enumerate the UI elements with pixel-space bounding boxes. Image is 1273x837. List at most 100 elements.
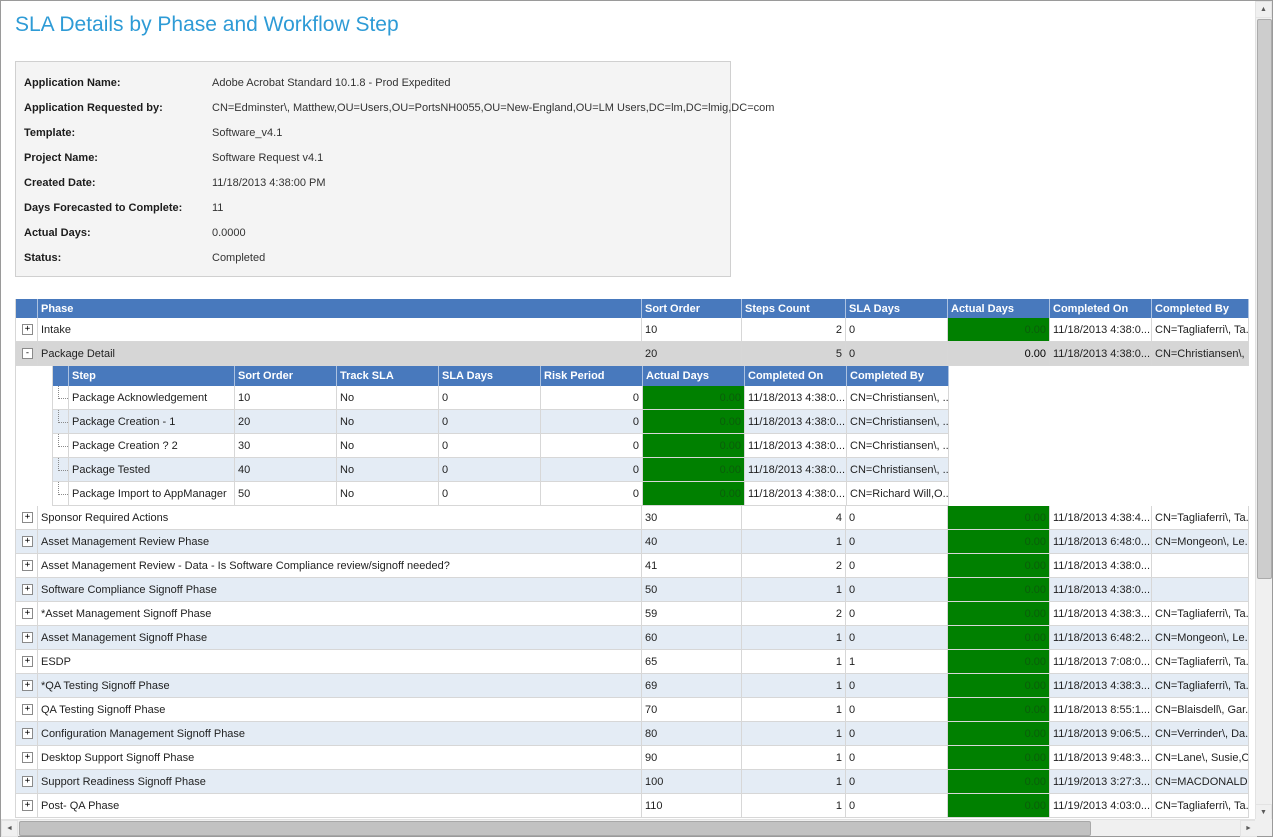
phase-row: + Asset Management Review - Data - Is So… <box>16 554 1249 578</box>
step-sla-days-cell: 0 <box>439 458 541 482</box>
completed-by-cell: CN=Blaisdell\, Gar... <box>1152 698 1249 722</box>
actual-days-cell: 0.00 <box>948 650 1050 674</box>
step-sort-order-cell: 10 <box>235 386 337 410</box>
completed-on-cell: 11/18/2013 6:48:0... <box>1050 530 1152 554</box>
tree-connector-icon <box>53 410 69 434</box>
actual-days-cell: 0.00 <box>948 626 1050 650</box>
steps-count-cell: 2 <box>742 554 846 578</box>
expand-toggle[interactable]: + <box>16 650 38 674</box>
expand-toggle[interactable]: + <box>16 746 38 770</box>
header-step-sla-days[interactable]: SLA Days <box>439 366 541 386</box>
expand-toggle[interactable]: + <box>16 602 38 626</box>
info-row: Created Date: 11/18/2013 4:38:00 PM <box>24 170 730 195</box>
step-completed-by-cell: CN=Christiansen\, ... <box>847 386 949 410</box>
horizontal-scrollbar-thumb[interactable] <box>19 821 1091 836</box>
step-sort-order-cell: 30 <box>235 434 337 458</box>
scroll-up-arrow-icon[interactable]: ▲ <box>1255 1 1272 18</box>
expand-toggle[interactable]: + <box>16 530 38 554</box>
phase-row: + *QA Testing Signoff Phase 69 1 0 0.00 … <box>16 674 1249 698</box>
header-sort-order[interactable]: Sort Order <box>642 299 742 318</box>
info-row: Application Name: Adobe Acrobat Standard… <box>24 70 730 95</box>
expand-toggle[interactable]: + <box>16 698 38 722</box>
phase-name-cell: Configuration Management Signoff Phase <box>38 722 642 746</box>
expand-toggle[interactable]: + <box>16 626 38 650</box>
header-completed-on[interactable]: Completed On <box>1050 299 1152 318</box>
sla-days-cell: 0 <box>846 530 948 554</box>
header-steps-count[interactable]: Steps Count <box>742 299 846 318</box>
phase-row: + Software Compliance Signoff Phase 50 1… <box>16 578 1249 602</box>
expand-toggle[interactable]: + <box>16 578 38 602</box>
risk-period-cell: 0 <box>541 482 643 506</box>
expand-icon: + <box>22 536 33 547</box>
header-risk-period[interactable]: Risk Period <box>541 366 643 386</box>
expand-toggle[interactable]: + <box>16 506 38 530</box>
sort-order-cell: 65 <box>642 650 742 674</box>
header-phase[interactable]: Phase <box>38 299 642 318</box>
info-row: Project Name: Software Request v4.1 <box>24 145 730 170</box>
scroll-left-arrow-icon[interactable]: ◄ <box>1 820 18 837</box>
header-step-sort-order[interactable]: Sort Order <box>235 366 337 386</box>
vertical-scrollbar[interactable]: ▲ ▼ <box>1255 1 1272 821</box>
actual-days-cell: 0.00 <box>948 602 1050 626</box>
step-row: Package Tested 40 No 0 0 0.00 11/18/2013… <box>53 458 949 482</box>
completed-on-cell: 11/18/2013 4:38:4... <box>1050 506 1152 530</box>
track-sla-cell: No <box>337 410 439 434</box>
track-sla-cell: No <box>337 458 439 482</box>
phase-name-cell: QA Testing Signoff Phase <box>38 698 642 722</box>
header-sla-days[interactable]: SLA Days <box>846 299 948 318</box>
step-completed-on-cell: 11/18/2013 4:38:0... <box>745 410 847 434</box>
steps-count-cell: 1 <box>742 626 846 650</box>
sla-days-cell: 0 <box>846 554 948 578</box>
phase-row: + Sponsor Required Actions 30 4 0 0.00 1… <box>16 506 1249 530</box>
info-value: Software Request v4.1 <box>212 152 323 164</box>
completed-by-cell: CN=Mongeon\, Le... <box>1152 626 1249 650</box>
step-sort-order-cell: 50 <box>235 482 337 506</box>
completed-on-cell: 11/18/2013 4:38:0... <box>1050 578 1152 602</box>
horizontal-scrollbar[interactable]: ◄ ► <box>1 819 1257 836</box>
sort-order-cell: 80 <box>642 722 742 746</box>
actual-days-cell: 0.00 <box>948 770 1050 794</box>
step-name-cell: Package Creation - 1 <box>69 410 235 434</box>
expand-icon: + <box>22 584 33 595</box>
expand-icon: + <box>22 776 33 787</box>
actual-days-cell: 0.00 <box>948 578 1050 602</box>
vertical-scrollbar-thumb[interactable] <box>1257 19 1272 579</box>
phase-name-cell: Support Readiness Signoff Phase <box>38 770 642 794</box>
header-step-actual-days[interactable]: Actual Days <box>643 366 745 386</box>
risk-period-cell: 0 <box>541 410 643 434</box>
phase-row: + Post- QA Phase 110 1 0 0.00 11/19/2013… <box>16 794 1249 818</box>
sla-days-cell: 0 <box>846 794 948 818</box>
header-step-completed-on[interactable]: Completed On <box>745 366 847 386</box>
expand-toggle[interactable]: + <box>16 674 38 698</box>
expand-toggle[interactable]: + <box>16 554 38 578</box>
expand-toggle[interactable]: + <box>16 770 38 794</box>
expand-toggle[interactable]: - <box>16 342 38 366</box>
sort-order-cell: 50 <box>642 578 742 602</box>
phase-name-cell: ESDP <box>38 650 642 674</box>
step-row: Package Creation - 1 20 No 0 0 0.00 11/1… <box>53 410 949 434</box>
sort-order-cell: 20 <box>642 342 742 366</box>
actual-days-cell: 0.00 <box>948 674 1050 698</box>
expand-toggle[interactable]: + <box>16 318 38 342</box>
track-sla-cell: No <box>337 434 439 458</box>
info-row: Actual Days: 0.0000 <box>24 220 730 245</box>
info-label: Status: <box>24 252 212 264</box>
info-row: Template: Software_v4.1 <box>24 120 730 145</box>
expand-icon: - <box>22 348 33 359</box>
header-completed-by[interactable]: Completed By <box>1152 299 1249 318</box>
header-step[interactable]: Step <box>69 366 235 386</box>
phase-row: + Desktop Support Signoff Phase 90 1 0 0… <box>16 746 1249 770</box>
expand-toggle[interactable]: + <box>16 794 38 818</box>
tree-connector-icon <box>53 386 69 410</box>
step-actual-days-cell: 0.00 <box>643 458 745 482</box>
header-track-sla[interactable]: Track SLA <box>337 366 439 386</box>
completed-on-cell: 11/18/2013 6:48:2... <box>1050 626 1152 650</box>
expand-toggle[interactable]: + <box>16 722 38 746</box>
steps-table-body: Package Acknowledgement 10 No 0 0 0.00 1… <box>53 386 949 506</box>
completed-on-cell: 11/18/2013 4:38:0... <box>1050 318 1152 342</box>
header-step-completed-by[interactable]: Completed By <box>847 366 949 386</box>
steps-count-cell: 2 <box>742 318 846 342</box>
header-actual-days[interactable]: Actual Days <box>948 299 1050 318</box>
phase-row: - Package Detail 20 5 0 0.00 11/18/2013 … <box>16 342 1249 366</box>
sla-days-cell: 0 <box>846 674 948 698</box>
